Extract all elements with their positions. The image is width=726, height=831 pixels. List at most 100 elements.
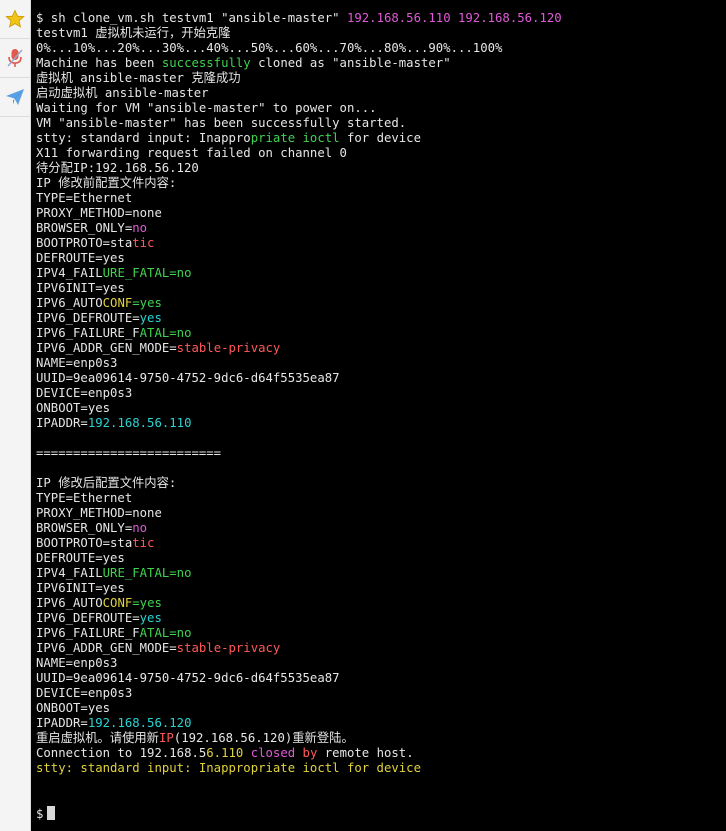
terminal-text: ATAL=no — [139, 626, 192, 640]
star-icon — [5, 9, 25, 28]
terminal-line: IPV6INIT=yes — [36, 581, 722, 596]
terminal-line: DEFROUTE=yes — [36, 551, 722, 566]
terminal-text: tic — [132, 236, 155, 250]
terminal-text: UUID=9ea09614-9750-4752-9dc6-d64f5535ea8… — [36, 371, 340, 385]
terminal-text: ONBOOT=yes — [36, 401, 111, 415]
terminal-text: VM "ansible-master" has been successfull… — [36, 116, 407, 130]
terminal-text: IP 修改后配置文件内容: — [36, 476, 177, 490]
microphone-icon — [7, 49, 23, 67]
terminal-line: UUID=9ea09614-9750-4752-9dc6-d64f5535ea8… — [36, 671, 722, 686]
terminal-line: stty: standard input: Inappropriate ioct… — [36, 131, 722, 146]
terminal-text: 0%...10%...20%...30%...40%...50%...60%..… — [36, 41, 503, 55]
terminal-text: IPV6_FAILURE_F — [36, 326, 140, 340]
terminal-text: PROXY_METHOD=none — [36, 506, 162, 520]
terminal-text: stty: standard input: Inappro — [36, 131, 251, 145]
prompt-symbol: $ — [36, 807, 44, 821]
terminal-text: IPV6_DEFROUTE= — [36, 611, 140, 625]
terminal-text: IPV6_AUTO — [36, 596, 103, 610]
terminal-line: IPV4_FAILURE_FATAL=no — [36, 566, 722, 581]
terminal-text: IPADDR= — [36, 416, 88, 430]
terminal-text: Inappropriate — [198, 761, 296, 775]
prompt-line[interactable]: $ — [36, 806, 722, 821]
terminal-text: =yes — [132, 296, 162, 310]
terminal-text: NAME=enp0s3 — [36, 656, 118, 670]
text-cursor — [47, 806, 56, 820]
terminal-text: X11 forwarding request failed on channel… — [36, 146, 347, 160]
terminal-text: ========================= — [36, 446, 222, 460]
terminal-text: URE_FATAL=no — [102, 566, 192, 580]
terminal-line: ONBOOT=yes — [36, 401, 722, 416]
terminal-line: 启动虚拟机 ansible-master — [36, 86, 722, 101]
terminal-output[interactable]: $ sh clone_vm.sh testvm1 "ansible-master… — [36, 11, 722, 821]
terminal-text: DEVICE=enp0s3 — [36, 386, 133, 400]
terminal-text: 重启虚拟机。请使用新 — [36, 731, 159, 745]
terminal-text: BOOTPROTO=sta — [36, 236, 133, 250]
terminal-text: cloned as "ansible-master" — [250, 56, 451, 70]
voice-button[interactable] — [0, 39, 30, 78]
terminal-text: 虚拟机 ansible-master 克隆成功 — [36, 71, 241, 85]
terminal-line: IPV4_FAILURE_FATAL=no — [36, 266, 722, 281]
terminal-text: yes — [139, 311, 162, 325]
send-button[interactable] — [0, 78, 30, 117]
terminal-line: 虚拟机 ansible-master 克隆成功 — [36, 71, 722, 86]
terminal-line: ONBOOT=yes — [36, 701, 722, 716]
side-toolbar — [0, 0, 31, 831]
terminal-line: DEVICE=enp0s3 — [36, 386, 722, 401]
terminal-text: 192.168.56.110 — [87, 416, 192, 430]
terminal-line: ========================= — [36, 446, 722, 461]
terminal-line: IPV6_ADDR_GEN_MODE=stable-privacy — [36, 641, 722, 656]
favorites-button[interactable] — [0, 0, 30, 39]
terminal-line: IPV6_AUTOCONF=yes — [36, 596, 722, 611]
terminal-line: IPV6_ADDR_GEN_MODE=stable-privacy — [36, 341, 722, 356]
terminal-text: stable-privacy — [176, 341, 281, 355]
terminal-text: Connection to 192.168.5 — [36, 746, 207, 760]
terminal-text: 待分配IP:192.168.56.120 — [36, 161, 199, 175]
terminal-line: 待分配IP:192.168.56.120 — [36, 161, 722, 176]
terminal-line: IPV6INIT=yes — [36, 281, 722, 296]
terminal-line: IP 修改前配置文件内容: — [36, 176, 722, 191]
terminal-text: no — [132, 221, 148, 235]
terminal-text: stable-privacy — [176, 641, 281, 655]
terminal-line: Connection to 192.168.56.110 closed by r… — [36, 746, 722, 761]
terminal-line: IPV6_DEFROUTE=yes — [36, 311, 722, 326]
terminal-text: CONF — [102, 296, 133, 310]
terminal-text: stty: standard input: — [36, 761, 199, 775]
terminal-line: NAME=enp0s3 — [36, 356, 722, 371]
terminal-text: IP — [158, 731, 174, 745]
terminal-line: BROWSER_ONLY=no — [36, 521, 722, 536]
terminal-line: BROWSER_ONLY=no — [36, 221, 722, 236]
terminal-line: IPADDR=192.168.56.110 — [36, 416, 722, 431]
terminal-text: IP 修改前配置文件内容: — [36, 176, 177, 190]
terminal-line: stty: standard input: Inappropriate ioct… — [36, 761, 722, 776]
terminal-text: IPV6_FAILURE_F — [36, 626, 140, 640]
terminal-text: NAME=enp0s3 — [36, 356, 118, 370]
terminal-text: ONBOOT=yes — [36, 701, 111, 715]
terminal-text: ioctl for device — [295, 761, 421, 775]
terminal-text: (192.168.56.120)重新登陆。 — [173, 731, 354, 745]
terminal-line: VM "ansible-master" has been successfull… — [36, 116, 722, 131]
terminal-text: IPV4_FAIL — [36, 566, 103, 580]
terminal-text: 192.168.56.120 — [87, 716, 192, 730]
terminal-line: TYPE=Ethernet — [36, 191, 722, 206]
terminal-text: DEFROUTE=yes — [36, 251, 125, 265]
terminal-line: PROXY_METHOD=none — [36, 506, 722, 521]
terminal-text: 192.168.56.110 192.168.56.120 — [346, 11, 562, 25]
terminal-text: Waiting for VM "ansible-master" to power… — [36, 101, 377, 115]
terminal-line: UUID=9ea09614-9750-4752-9dc6-d64f5535ea8… — [36, 371, 722, 386]
terminal-text: TYPE=Ethernet — [36, 491, 133, 505]
terminal-text: no — [132, 521, 148, 535]
terminal-text: closed — [243, 746, 303, 760]
terminal-text: yes — [139, 611, 162, 625]
terminal-line: 重启虚拟机。请使用新IP(192.168.56.120)重新登陆。 — [36, 731, 722, 746]
terminal-text: by — [302, 746, 318, 760]
terminal-line: DEVICE=enp0s3 — [36, 686, 722, 701]
terminal-line: testvm1 虚拟机未运行，开始克隆 — [36, 26, 722, 41]
terminal-text: IPADDR= — [36, 716, 88, 730]
terminal-text: UUID=9ea09614-9750-4752-9dc6-d64f5535ea8… — [36, 671, 340, 685]
terminal-text: remote host. — [317, 746, 414, 760]
terminal-text: URE_FATAL=no — [102, 266, 192, 280]
terminal-line: BOOTPROTO=static — [36, 236, 722, 251]
